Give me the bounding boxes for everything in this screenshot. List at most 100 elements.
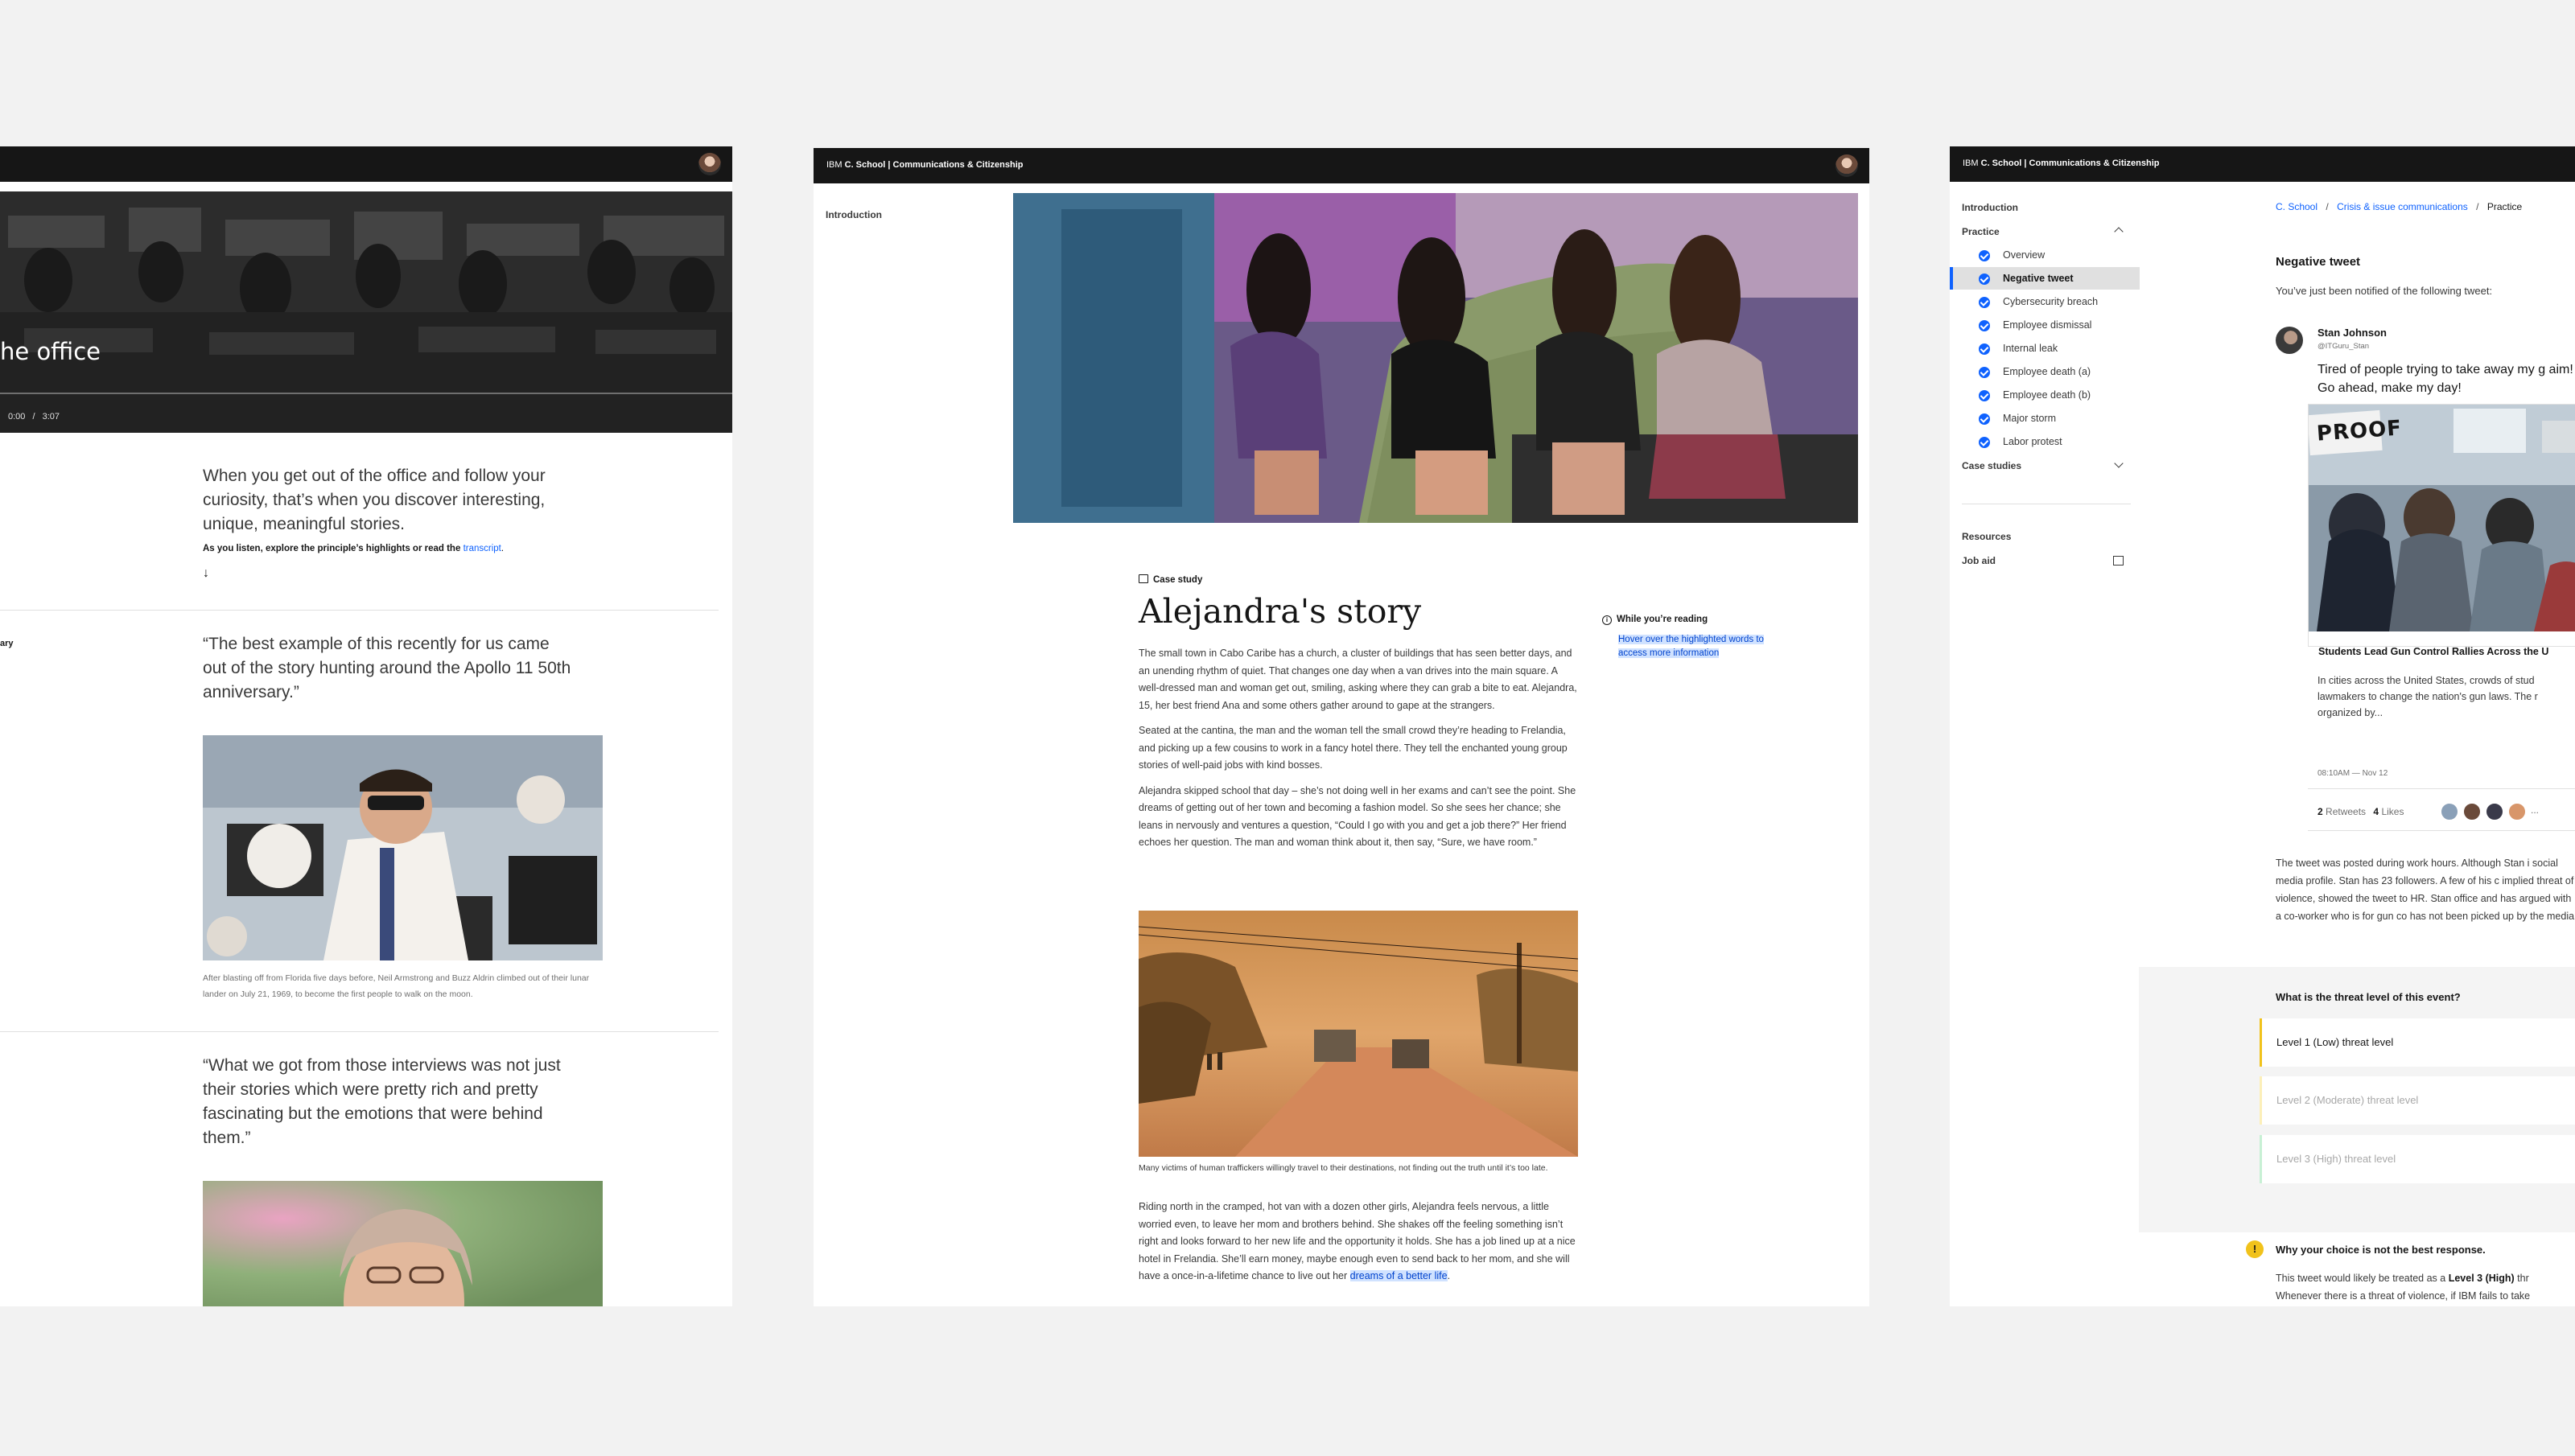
tweet-divider: [2308, 830, 2575, 831]
side-nav: Introduction Practice Overview Negative …: [1950, 182, 2143, 745]
paragraph-end: .: [1447, 1270, 1451, 1281]
video-title: he office: [0, 338, 101, 365]
quote-apollo: “The best example of this recently for u…: [203, 635, 571, 701]
panel-practice-page: IBM C. School | Communications & Citizen…: [1950, 146, 2575, 1306]
book-icon: [1139, 574, 1148, 583]
breadcrumb-current: Practice: [2486, 201, 2523, 212]
check-circle-icon: [1979, 413, 1990, 425]
chevron-up-icon[interactable]: [2114, 227, 2124, 236]
liker-avatar: [2441, 803, 2458, 821]
nav-resources: Resources: [1962, 531, 2012, 542]
nav-item-label: Labor protest: [2003, 436, 2062, 447]
chevron-down-icon[interactable]: [2114, 459, 2124, 468]
brand-ibm: IBM: [1963, 158, 1979, 168]
nav-item-label: Overview: [2003, 249, 2046, 261]
retweet-label: Retweets: [2326, 806, 2367, 817]
nav-item-label: Negative tweet: [2003, 273, 2074, 284]
page-heading: Negative tweet: [2276, 255, 2361, 269]
top-bar: IBM C. School | Communications & Citizen…: [1950, 146, 2575, 182]
tweet-avatar: [2276, 327, 2303, 354]
nav-item-label: Cybersecurity breach: [2003, 296, 2099, 307]
check-circle-icon: [1979, 250, 1990, 261]
link-card-description: In cities across the United States, crow…: [2318, 675, 2538, 718]
hero-photo: [1013, 193, 1858, 523]
site-brand[interactable]: IBM C. School | Communications & Citizen…: [1963, 158, 2160, 168]
liker-avatar: [2486, 803, 2503, 821]
panel-case-study-page: IBM C. School | Communications & Citizen…: [814, 148, 1869, 1306]
article-paragraph: Alejandra skipped school that day – she’…: [1139, 784, 1576, 849]
tweet-author-name[interactable]: Stan Johnson: [2318, 327, 2387, 339]
site-brand[interactable]: IBM C. School | Communications & Citizen…: [826, 160, 1024, 170]
nav-item-label: Internal leak: [2003, 343, 2058, 354]
breadcrumb-separator: /: [2476, 201, 2479, 212]
tweet-time: 08:10AM — Nov 12: [2318, 769, 2388, 778]
video-time: 0:00 / 3:07: [8, 412, 60, 422]
answer-label: Level 2 (Moderate) threat level: [2276, 1094, 2419, 1106]
article-paragraph-last: Riding north in the cramped, hot van wit…: [1139, 1199, 1578, 1285]
sidebar-item-introduction[interactable]: Introduction: [826, 209, 882, 220]
user-avatar[interactable]: [698, 153, 721, 175]
nav-case-studies[interactable]: Case studies: [1962, 460, 2021, 471]
tweet-link-card[interactable]: PROOF Students Lead Gun Control Rallies …: [2308, 404, 2575, 657]
breadcrumb-link[interactable]: Crisis & issue communications: [2337, 201, 2468, 212]
paragraph-text: Riding north in the cramped, hot van wit…: [1139, 1201, 1576, 1281]
top-bar: [0, 146, 732, 182]
check-circle-icon: [1979, 437, 1990, 448]
nav-item-label: Major storm: [2003, 413, 2056, 424]
user-avatar[interactable]: [1835, 154, 1858, 177]
answer-label: Level 1 (Low) threat level: [2276, 1036, 2394, 1048]
article-tag: Case study: [1139, 574, 1202, 585]
feedback-text: This tweet would likely be treated as a …: [2276, 1273, 2529, 1284]
transcript-link[interactable]: transcript: [464, 544, 501, 553]
question-text: What is the threat level of this event?: [2276, 991, 2461, 1003]
intro-quote: When you get out of the office and follo…: [203, 467, 546, 533]
feedback-text-pre: This tweet would likely be treated as a: [2276, 1273, 2446, 1284]
listen-suffix: .: [501, 544, 505, 553]
check-circle-icon: [1979, 297, 1990, 308]
answer-option[interactable]: Level 3 (High) threat level: [2260, 1135, 2575, 1183]
liker-avatar: [2463, 803, 2481, 821]
panel-principle-page: he office 0:00 / 3:07 When you get out o…: [0, 146, 732, 1306]
apollo-caption: After blasting off from Florida five day…: [203, 973, 590, 999]
quote-interviews: “What we got from those interviews was n…: [203, 1056, 561, 1147]
article-tag-label: Case study: [1153, 575, 1203, 585]
listen-instruction: As you listen, explore the principle’s h…: [203, 544, 504, 553]
apollo-photo: [203, 735, 603, 960]
breadcrumb-link[interactable]: C. School: [2276, 201, 2318, 212]
aside-title: While you’re reading: [1617, 615, 1708, 624]
liker-avatar: [2508, 803, 2526, 821]
page-intro: You’ve just been notified of the followi…: [2276, 285, 2493, 297]
active-indicator: [1950, 267, 1953, 290]
highlighted-term[interactable]: dreams of a better life: [1349, 1270, 1448, 1281]
download-icon[interactable]: [2113, 556, 2124, 566]
video-player[interactable]: he office 0:00 / 3:07: [0, 191, 732, 433]
nav-job-aid[interactable]: Job aid: [1962, 555, 1996, 566]
link-card-title: Students Lead Gun Control Rallies Across…: [2318, 646, 2549, 657]
article-paragraph: Seated at the cantina, the man and the w…: [1139, 725, 1568, 771]
retweet-count: 2: [2318, 806, 2323, 817]
feedback-title: Why your choice is not the best response…: [2276, 1244, 2486, 1256]
check-circle-icon: [1979, 343, 1990, 355]
article-title: Alejandra's story: [1139, 592, 1422, 631]
scenario-description: The tweet was posted during work hours. …: [2276, 858, 2575, 922]
info-icon: i: [1602, 615, 1612, 625]
tweet-card: Stan Johnson @ITGuru_Stan Tired of peopl…: [2276, 327, 2575, 718]
tweet-stats: 2 Retweets 4 Likes: [2318, 806, 2404, 817]
video-progress-track[interactable]: [0, 393, 732, 394]
feedback-text-post: thr: [2517, 1273, 2529, 1284]
answer-option[interactable]: Level 2 (Moderate) threat level: [2260, 1076, 2575, 1125]
check-circle-icon: [1979, 367, 1990, 378]
answer-option-selected[interactable]: Level 1 (Low) threat level: [2260, 1018, 2575, 1067]
section-divider: [0, 610, 719, 611]
scroll-down-arrow-icon[interactable]: ↓: [203, 566, 209, 581]
nav-practice[interactable]: Practice: [1962, 226, 2000, 237]
article-body: The small town in Cabo Caribe has a chur…: [1139, 645, 1578, 852]
nav-introduction[interactable]: Introduction: [1962, 202, 2018, 213]
top-bar: IBM C. School | Communications & Citizen…: [814, 148, 1869, 183]
like-label: Likes: [2381, 806, 2404, 817]
aside-note: Hover over the highlighted words to acce…: [1618, 633, 1779, 660]
tweet-text: Tired of people trying to take away my g…: [2318, 363, 2573, 395]
article-paragraph: The small town in Cabo Caribe has a chur…: [1139, 648, 1577, 711]
check-circle-icon: [1979, 390, 1990, 401]
photo-caption: Many victims of human traffickers willin…: [1139, 1163, 1548, 1173]
